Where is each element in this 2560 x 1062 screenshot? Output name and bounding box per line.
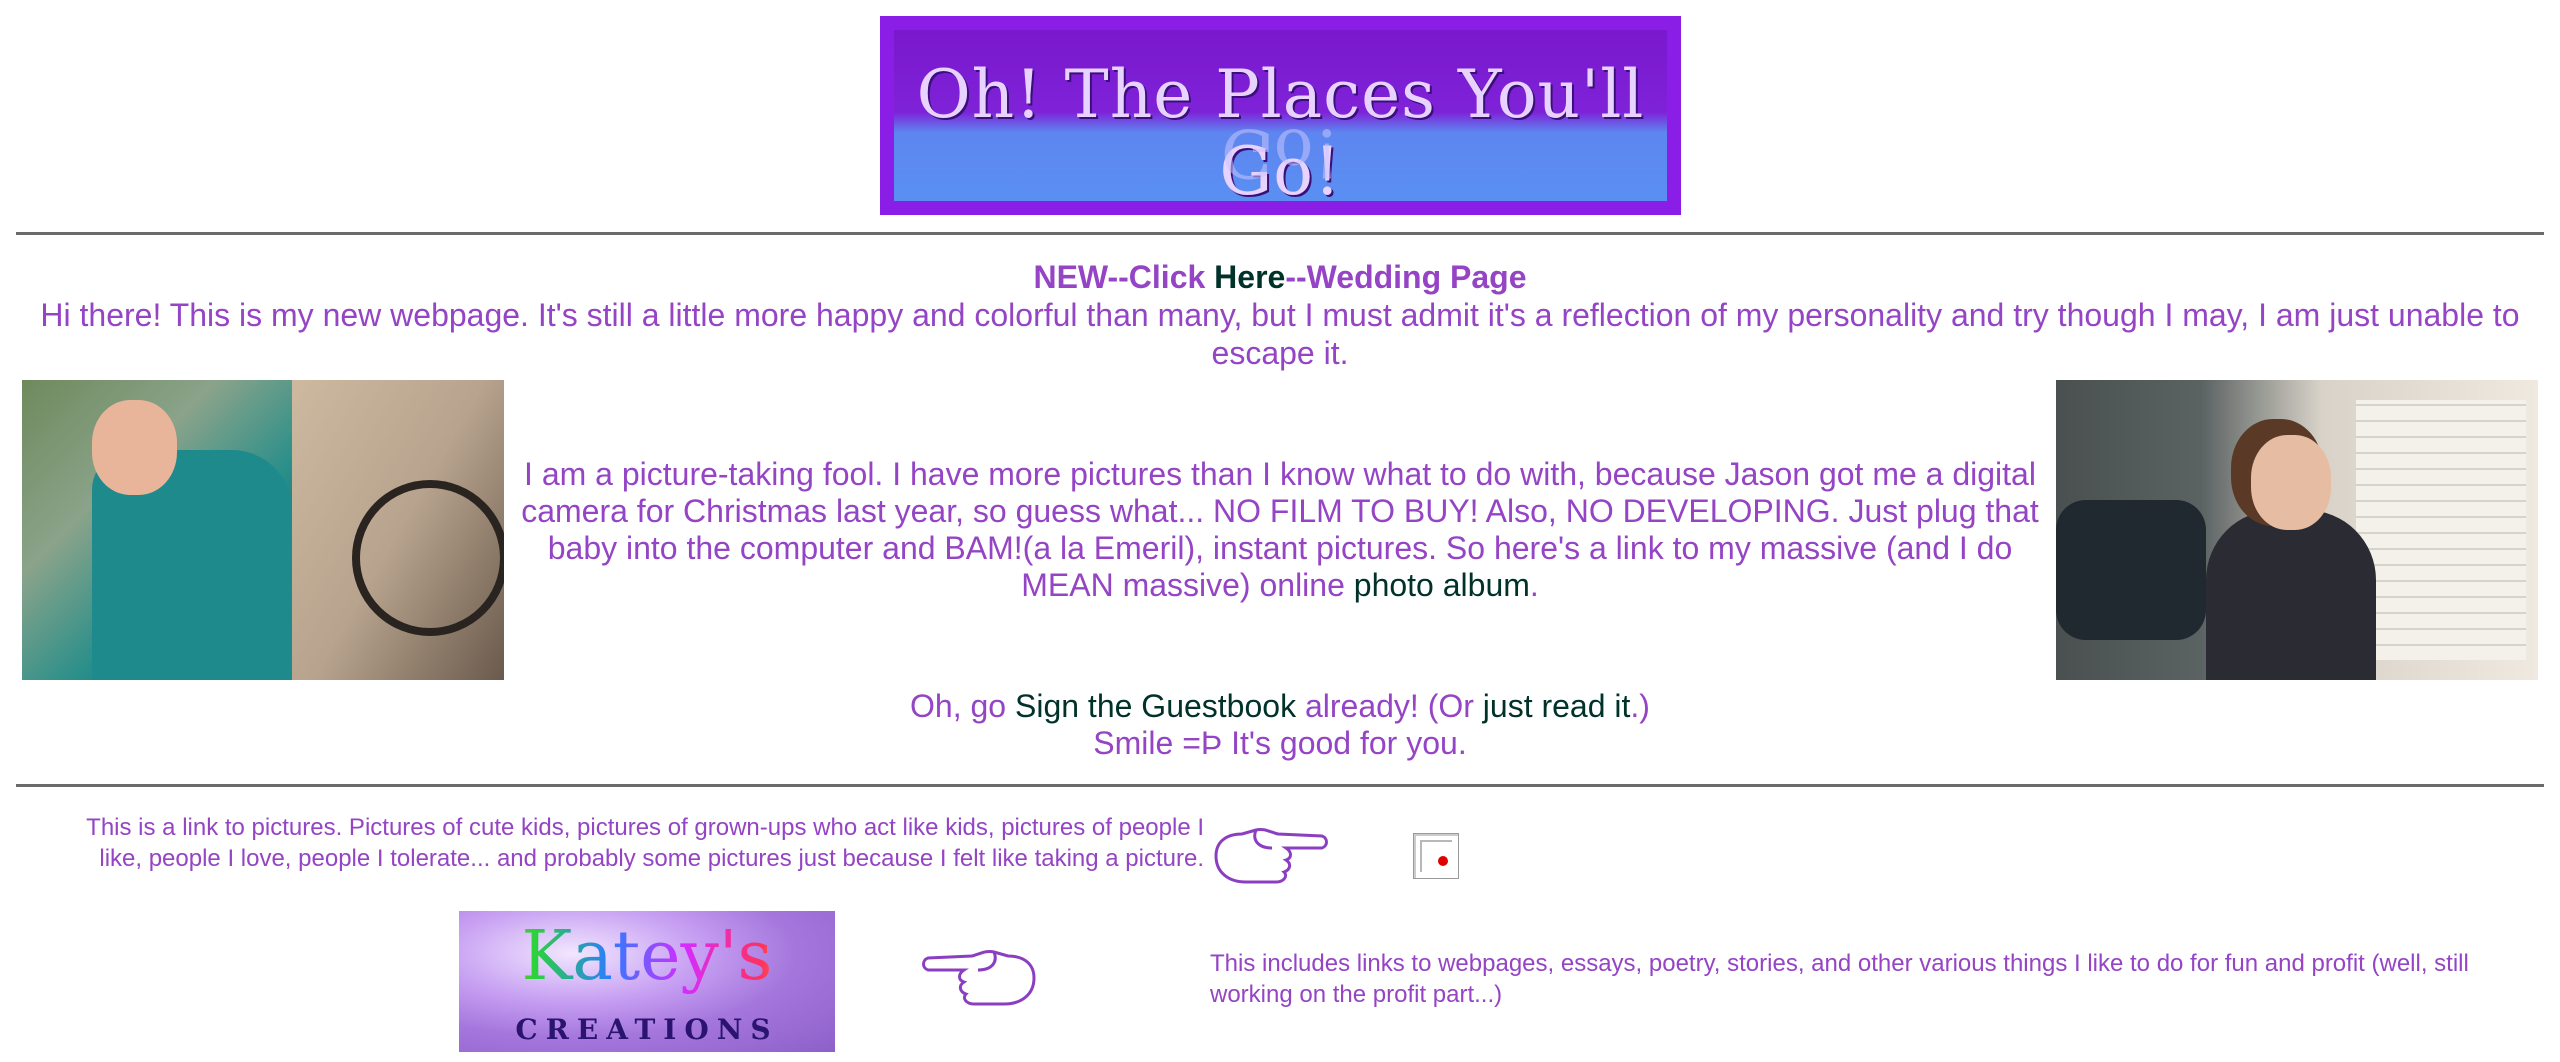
sign-guestbook-link[interactable]: Sign the Guestbook xyxy=(1015,688,1296,724)
divider-bottom xyxy=(16,784,2544,787)
creations-logo-title: Katey's xyxy=(459,917,835,996)
guestbook-text-2: already! (Or xyxy=(1296,688,1483,724)
guestbook-text-3: .) xyxy=(1630,688,1650,724)
header-banner: Oh! The Places You'll Go! Oh! The Places… xyxy=(880,16,1681,215)
guestbook-line: Oh, go Sign the Guestbook already! (Or j… xyxy=(0,688,2560,725)
kateys-creations-logo-link[interactable]: Katey's CREATIONS xyxy=(459,911,835,1052)
intro-paragraph: Hi there! This is my new webpage. It's s… xyxy=(40,297,2520,371)
news-prefix: NEW--Click xyxy=(1033,259,1215,295)
banner-title-reflection: Oh! The Places You'll Go! xyxy=(927,114,1634,201)
pointing-hand-icon xyxy=(922,950,1036,1006)
pictures-description: This is a link to pictures. Pictures of … xyxy=(86,814,1204,872)
creations-logo-subtitle: CREATIONS xyxy=(515,1013,779,1046)
photo-right xyxy=(2056,380,2538,680)
guestbook-text-1: Oh, go xyxy=(910,688,1015,724)
read-guestbook-link[interactable]: just read it xyxy=(1483,688,1631,724)
smile-line: Smile =Þ It's good for you. xyxy=(1093,725,1467,761)
creations-description: This includes links to webpages, essays,… xyxy=(1210,950,2469,1008)
news-suffix: --Wedding Page xyxy=(1285,259,1527,295)
wedding-news: NEW--Click Here--Wedding Page xyxy=(0,258,2560,296)
wedding-page-link[interactable]: Here xyxy=(1214,259,1285,295)
picture-paragraph-end: . xyxy=(1529,567,1539,603)
picture-paragraph: I am a picture-taking fool. I have more … xyxy=(510,456,2050,604)
picture-paragraph-text: I am a picture-taking fool. I have more … xyxy=(521,456,2039,603)
photo-album-link[interactable]: photo album xyxy=(1354,567,1530,603)
divider-top xyxy=(16,232,2544,235)
pointing-hand-icon xyxy=(1214,828,1328,884)
pictures-link-image[interactable] xyxy=(1413,833,1459,879)
photo-left xyxy=(22,380,504,680)
guestbook-section: Oh, go Sign the Guestbook already! (Or j… xyxy=(0,688,2560,762)
